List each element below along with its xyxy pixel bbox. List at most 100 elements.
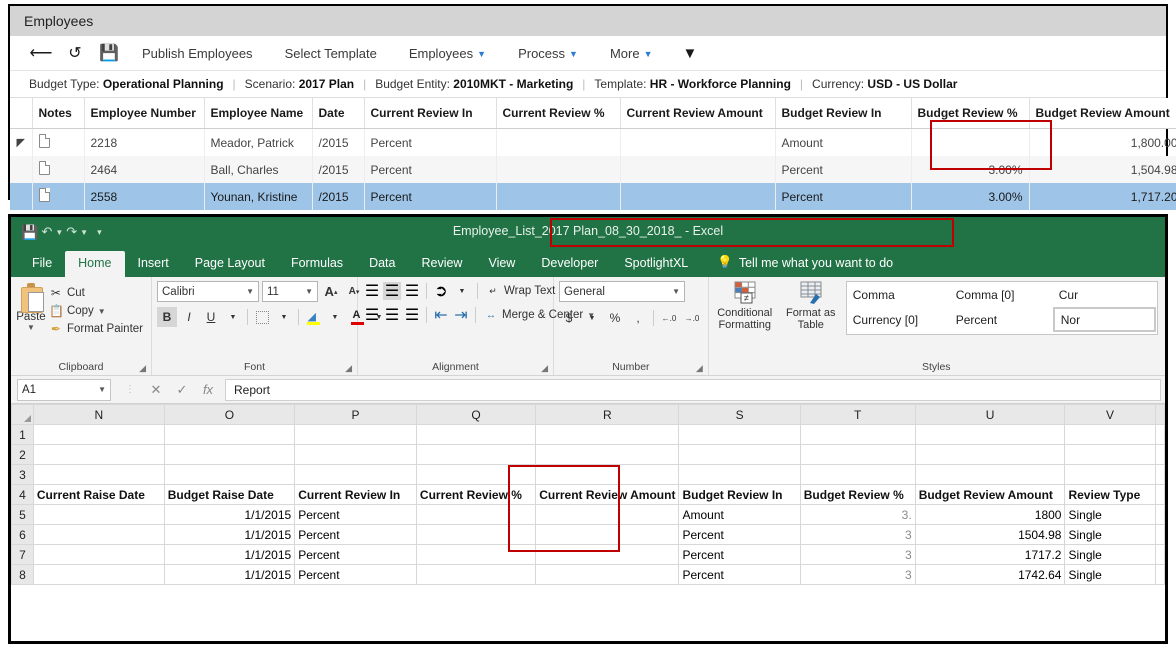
- col-header-U[interactable]: U: [914, 404, 1066, 425]
- cell-budget-review-pct[interactable]: 3.00%: [911, 183, 1030, 210]
- cell-styles-gallery[interactable]: Comma Comma [0] Cur Currency [0] Percent…: [845, 281, 1158, 335]
- orientation-dropdown-icon[interactable]: ▼: [452, 281, 472, 301]
- cell-P5[interactable]: Percent: [294, 504, 417, 525]
- style-comma-0[interactable]: Comma [0]: [950, 282, 1053, 307]
- cell-N1[interactable]: [32, 424, 165, 445]
- format-painter-button[interactable]: ✒ Format Painter: [46, 320, 146, 338]
- cell-V3[interactable]: [1064, 464, 1156, 485]
- cell-O4[interactable]: Budget Raise Date: [163, 484, 296, 505]
- cell-W1[interactable]: [1154, 424, 1165, 445]
- employees-menu[interactable]: Employees ▼: [393, 46, 502, 61]
- funnel-filter-icon[interactable]: ▼: [683, 45, 698, 62]
- col-notes[interactable]: Notes: [32, 98, 85, 129]
- cell-T8[interactable]: 3: [799, 564, 916, 585]
- cell-current-review-amount[interactable]: [620, 156, 776, 183]
- cell-V4[interactable]: Review Type: [1064, 484, 1156, 505]
- col-header-Q[interactable]: Q: [415, 404, 537, 425]
- fill-color-dropdown-icon[interactable]: ▼: [325, 307, 345, 327]
- cell-Q4[interactable]: Current Review %: [415, 484, 537, 505]
- tab-page-layout[interactable]: Page Layout: [182, 251, 278, 277]
- cell-N4[interactable]: Current Raise Date: [32, 484, 165, 505]
- underline-button[interactable]: U: [201, 307, 221, 327]
- tab-home[interactable]: Home: [65, 251, 125, 277]
- cell-U3[interactable]: [914, 464, 1066, 485]
- currency-format-button[interactable]: $: [559, 308, 579, 328]
- cell-T4[interactable]: Budget Review %: [799, 484, 916, 505]
- cell-W7[interactable]: [1154, 544, 1165, 565]
- cell-U4[interactable]: Budget Review Amount: [914, 484, 1066, 505]
- cell-budget-review-pct[interactable]: [911, 128, 1030, 156]
- col-header-T[interactable]: T: [799, 404, 916, 425]
- cell-W8[interactable]: [1154, 564, 1165, 585]
- col-date[interactable]: Date: [312, 98, 365, 129]
- cell-O6[interactable]: 1/1/2015: [163, 524, 296, 545]
- enter-icon[interactable]: ✓: [169, 382, 195, 398]
- cell-U1[interactable]: [914, 424, 1066, 445]
- row-header-8[interactable]: 8: [11, 564, 34, 585]
- cell-R7[interactable]: [535, 544, 680, 565]
- cell-T1[interactable]: [799, 424, 916, 445]
- cell-date[interactable]: /2015: [312, 128, 365, 156]
- borders-button[interactable]: [252, 307, 272, 327]
- align-left-icon[interactable]: ☰: [363, 306, 381, 324]
- note-icon[interactable]: [32, 183, 85, 210]
- cell-current-review-in[interactable]: Percent: [364, 183, 497, 210]
- col-header-O[interactable]: O: [163, 404, 296, 425]
- tab-review[interactable]: Review: [408, 251, 475, 277]
- cell-S4[interactable]: Budget Review In: [678, 484, 801, 505]
- cell-T7[interactable]: 3: [799, 544, 916, 565]
- cell-employee-name[interactable]: Meador, Patrick: [204, 128, 313, 156]
- decrease-indent-icon[interactable]: ⇤: [432, 306, 450, 324]
- tell-me-box[interactable]: 💡 Tell me what you want to do: [701, 250, 903, 277]
- bold-button[interactable]: B: [157, 307, 177, 327]
- col-marker[interactable]: [10, 98, 33, 129]
- cell-T5[interactable]: 3.: [799, 504, 916, 525]
- cell-V6[interactable]: Single: [1064, 524, 1156, 545]
- tab-developer[interactable]: Developer: [528, 251, 611, 277]
- align-right-icon[interactable]: ☰: [403, 306, 421, 324]
- cell-S7[interactable]: Percent: [678, 544, 801, 565]
- tab-view[interactable]: View: [475, 251, 528, 277]
- cell-current-review-amount[interactable]: [620, 183, 776, 210]
- cell-current-review-in[interactable]: Percent: [364, 128, 497, 156]
- note-icon[interactable]: [32, 128, 85, 156]
- cell-budget-review-amount[interactable]: 1,800.00: [1029, 128, 1176, 156]
- cell-N8[interactable]: [32, 564, 165, 585]
- fill-color-button[interactable]: ◢: [303, 307, 323, 327]
- cell-budget-review-amount[interactable]: 1,504.98: [1029, 156, 1176, 183]
- row-header-5[interactable]: 5: [11, 504, 34, 525]
- publish-employees-button[interactable]: Publish Employees: [126, 46, 269, 61]
- cell-budget-review-pct[interactable]: 3.00%: [911, 156, 1030, 183]
- cell-employee-number[interactable]: 2218: [84, 128, 205, 156]
- col-current-review-pct[interactable]: Current Review %: [496, 98, 621, 129]
- cell-S3[interactable]: [678, 464, 801, 485]
- cell-budget-review-in[interactable]: Amount: [775, 128, 912, 156]
- cancel-icon[interactable]: ✕: [143, 382, 169, 398]
- col-employee-name[interactable]: Employee Name: [204, 98, 313, 129]
- decrease-decimal-icon[interactable]: →.0: [682, 308, 702, 328]
- orientation-icon[interactable]: ➲: [432, 282, 450, 300]
- cell-N5[interactable]: [32, 504, 165, 525]
- cell-employee-number[interactable]: 2558: [84, 183, 205, 210]
- cell-W3[interactable]: [1154, 464, 1165, 485]
- row-header-1[interactable]: 1: [11, 424, 34, 445]
- cell-W2[interactable]: [1154, 444, 1165, 465]
- wrap-text-button[interactable]: ↵ Wrap Text: [483, 283, 558, 299]
- row-header-7[interactable]: 7: [11, 544, 34, 565]
- percent-format-button[interactable]: %: [605, 308, 625, 328]
- cell-U7[interactable]: 1717.2: [914, 544, 1066, 565]
- cell-V7[interactable]: Single: [1064, 544, 1156, 565]
- dialog-launcher-icon[interactable]: ◢: [345, 361, 352, 376]
- table-row[interactable]: 2558 Younan, Kristine /2015 Percent Perc…: [10, 183, 1176, 210]
- cell-current-review-pct[interactable]: [496, 156, 621, 183]
- cell-R3[interactable]: [535, 464, 680, 485]
- tab-data[interactable]: Data: [356, 251, 408, 277]
- cell-N3[interactable]: [32, 464, 165, 485]
- cell-Q2[interactable]: [415, 444, 537, 465]
- cell-Q8[interactable]: [415, 564, 537, 585]
- cell-T6[interactable]: 3: [799, 524, 916, 545]
- name-box[interactable]: A1 ▼: [17, 378, 111, 401]
- tab-formulas[interactable]: Formulas: [278, 251, 356, 277]
- cell-R5[interactable]: [535, 504, 680, 525]
- conditional-formatting-button[interactable]: ≠ Conditional Formatting: [714, 281, 776, 331]
